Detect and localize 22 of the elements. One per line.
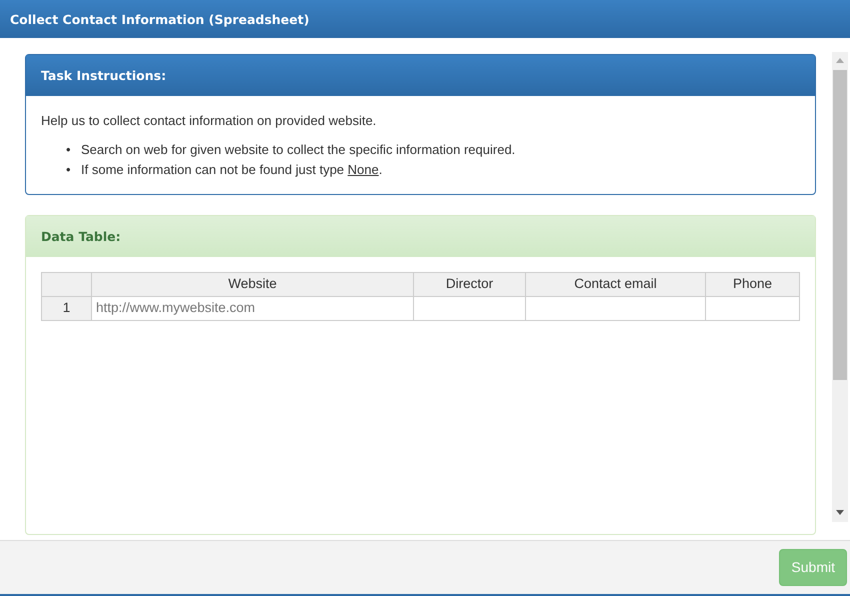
table-cell[interactable] [526,296,706,320]
bullet-marker: • [66,140,72,158]
column-header: Contact email [526,272,706,296]
window-title: Collect Contact Information (Spreadsheet) [0,0,850,38]
table-cell[interactable] [414,296,526,320]
column-header: Website [92,272,414,296]
scroll-up-icon[interactable] [836,58,844,64]
row-number: 1 [42,296,92,320]
scrollbar[interactable] [832,52,848,522]
bullet-marker: • [66,160,72,178]
panel-heading: Task Instructions: [26,55,815,96]
table-cell[interactable]: http://www.mywebsite.com [92,296,414,320]
instruction-item: If some information can not be found just type None. [81,160,382,179]
column-header: Director [414,272,526,296]
scrollbar-thumb[interactable] [833,70,847,380]
column-header [42,272,92,296]
table-cell[interactable] [706,296,800,320]
column-header: Phone [706,272,800,296]
instruction-item: Search on web for given website to collect the specific information required. [81,140,516,159]
panel-heading: Data Table: [26,216,815,256]
intro-text: Help us to collect contact information on provided website. [41,112,378,130]
scroll-down-icon[interactable] [836,510,844,516]
